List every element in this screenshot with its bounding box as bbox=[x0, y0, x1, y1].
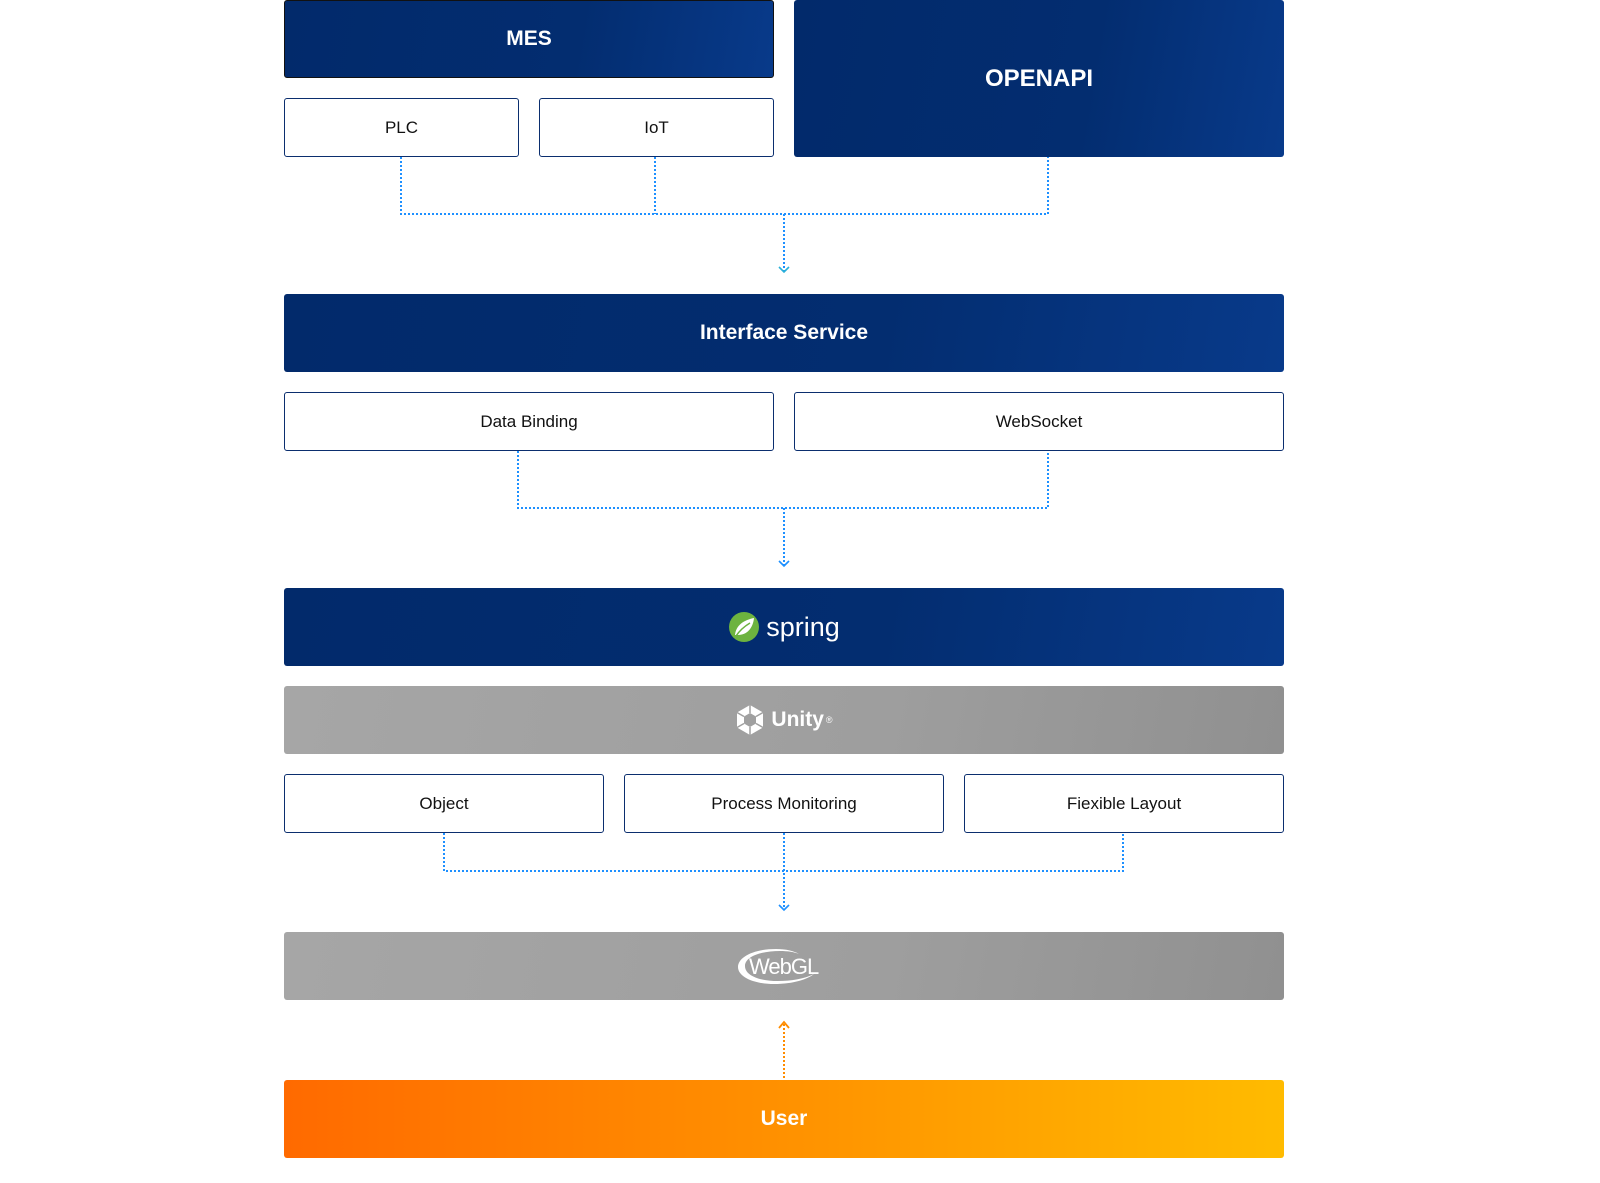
interface-service-label: Interface Service bbox=[699, 321, 869, 344]
plc-label: PLC bbox=[384, 117, 419, 137]
data-binding-label: Data Binding bbox=[480, 411, 578, 431]
unity-logo: Unity ® bbox=[735, 704, 833, 736]
module-label: Process Monitoring bbox=[711, 793, 857, 813]
connector-interface-children bbox=[517, 451, 1049, 509]
plc-box: PLC bbox=[284, 98, 519, 157]
module-label: Fiexible Layout bbox=[1066, 793, 1182, 813]
user-box: User bbox=[284, 1080, 1284, 1158]
registered-mark-icon: ® bbox=[825, 715, 833, 725]
webgl-logo-text: WebGL bbox=[749, 954, 819, 979]
unity-module-object: Object bbox=[284, 774, 604, 833]
unity-module-flexible-layout: Fiexible Layout bbox=[964, 774, 1284, 833]
openapi-label: OPENAPI bbox=[984, 64, 1094, 92]
module-label: Object bbox=[419, 793, 469, 813]
iot-label: IoT bbox=[644, 117, 669, 137]
unity-logo-text: Unity bbox=[771, 708, 824, 731]
mes-box: MES bbox=[284, 0, 774, 78]
websocket-box: WebSocket bbox=[794, 392, 1284, 451]
spring-box: spring bbox=[284, 588, 1284, 666]
interface-service-box: Interface Service bbox=[284, 294, 1284, 372]
unity-module-process-monitoring: Process Monitoring bbox=[624, 774, 944, 833]
iot-box: IoT bbox=[539, 98, 774, 157]
unity-box: Unity ® bbox=[284, 686, 1284, 754]
openapi-box: OPENAPI bbox=[794, 0, 1284, 157]
mes-label: MES bbox=[506, 27, 552, 50]
spring-logo: spring bbox=[728, 611, 840, 643]
spring-leaf-icon bbox=[729, 612, 760, 642]
webgl-logo: WebGL bbox=[736, 946, 832, 986]
data-binding-box: Data Binding bbox=[284, 392, 774, 451]
websocket-label: WebSocket bbox=[995, 411, 1083, 431]
spring-logo-text: spring bbox=[766, 611, 840, 642]
connector-sources bbox=[400, 157, 1049, 215]
user-label: User bbox=[760, 1107, 808, 1130]
webgl-box: WebGL bbox=[284, 932, 1284, 1000]
unity-cube-icon bbox=[737, 705, 764, 735]
